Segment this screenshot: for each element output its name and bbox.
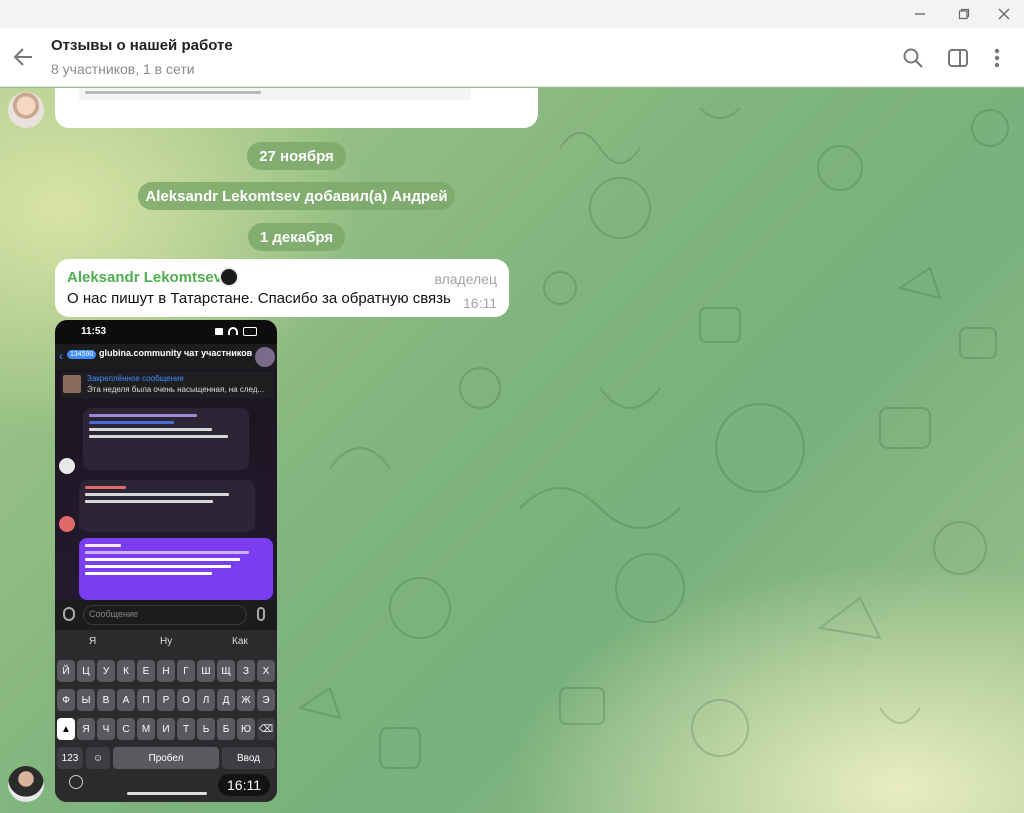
wifi-icon bbox=[228, 327, 238, 335]
phone-key: Й bbox=[57, 660, 75, 682]
phone-shift-icon: ▲ bbox=[57, 718, 75, 740]
close-icon[interactable] bbox=[984, 0, 1024, 28]
message-time: 16:11 bbox=[463, 295, 497, 311]
phone-key: Г bbox=[177, 660, 195, 682]
message-text: О нас пишут в Татарстане. Спасибо за обр… bbox=[67, 290, 451, 307]
date-separator: 1 декабря bbox=[248, 223, 345, 251]
photo-timestamp: 16:11 bbox=[218, 774, 270, 796]
phone-key: Ы bbox=[77, 689, 95, 711]
phone-key: Ч bbox=[97, 718, 115, 740]
phone-key: Д bbox=[217, 689, 235, 711]
phone-key: Л bbox=[197, 689, 215, 711]
chat-history[interactable]: 27 ноября Aleksandr Lekomtsev добавил(а)… bbox=[0, 88, 1024, 813]
date-separator: 27 ноября bbox=[247, 142, 346, 170]
phone-mic-icon bbox=[257, 607, 265, 621]
author-badge-icon bbox=[219, 267, 239, 287]
phone-key: В bbox=[97, 689, 115, 711]
chat-members-status: 8 участников, 1 в сети bbox=[51, 61, 195, 77]
signal-icon bbox=[215, 328, 223, 335]
previous-photo[interactable] bbox=[79, 88, 471, 100]
chat-title[interactable]: Отзывы о нашей работе bbox=[51, 37, 233, 54]
phone-key: Х bbox=[257, 660, 275, 682]
phone-key: Ь bbox=[197, 718, 215, 740]
phone-key: И bbox=[157, 718, 175, 740]
search-icon[interactable] bbox=[898, 43, 928, 73]
more-vertical-icon[interactable] bbox=[982, 43, 1012, 73]
phone-key: Б bbox=[217, 718, 235, 740]
phone-key: Ф bbox=[57, 689, 75, 711]
phone-msg-card-own bbox=[79, 538, 273, 600]
phone-chat-header: ‹ 134590 glubina.community чат участнико… bbox=[55, 344, 277, 370]
phone-back-icon: ‹ bbox=[59, 349, 63, 363]
phone-pinned-label: Закреплённое сообщение bbox=[87, 374, 184, 383]
phone-suggestion: Я bbox=[89, 636, 97, 647]
phone-emoji-icon: ☺ bbox=[86, 747, 110, 769]
restore-icon[interactable] bbox=[944, 0, 984, 28]
phone-key: Н bbox=[157, 660, 175, 682]
phone-suggestion: Как bbox=[232, 636, 248, 647]
back-arrow-icon[interactable] bbox=[8, 42, 38, 72]
avatar[interactable] bbox=[8, 766, 44, 802]
phone-key: К bbox=[117, 660, 135, 682]
phone-key: Ж bbox=[237, 689, 255, 711]
phone-key-space: Пробел bbox=[113, 747, 219, 769]
phone-chat-name: glubina.community чат участников bbox=[99, 348, 253, 358]
phone-globe-icon bbox=[69, 775, 83, 789]
phone-msg-card bbox=[83, 408, 249, 470]
phone-key: П bbox=[137, 689, 155, 711]
phone-pinned-text: Эта неделя была очень насыщенная, на сле… bbox=[87, 385, 265, 394]
chat-header: Отзывы о нашей работе 8 участников, 1 в … bbox=[0, 28, 1024, 87]
photo-message[interactable]: 11:53 ‹ 134590 glubina.community чат уча… bbox=[55, 320, 277, 802]
window-titlebar bbox=[0, 0, 1024, 28]
author-role-badge: владелец bbox=[434, 271, 497, 287]
phone-chat-content: Закреплённое сообщение Эта неделя была о… bbox=[55, 370, 277, 600]
phone-key-123: 123 bbox=[57, 747, 83, 769]
battery-icon bbox=[243, 327, 257, 336]
phone-key: Щ bbox=[217, 660, 235, 682]
phone-home-indicator bbox=[127, 792, 207, 795]
phone-input-bar: Сообщение bbox=[55, 600, 277, 630]
phone-status-bar: 11:53 bbox=[55, 320, 277, 344]
phone-key: З bbox=[237, 660, 255, 682]
phone-key: Р bbox=[157, 689, 175, 711]
phone-key: Ц bbox=[77, 660, 95, 682]
phone-key-enter: Ввод bbox=[222, 747, 275, 769]
phone-suggestion: Ну bbox=[160, 636, 173, 647]
phone-input-placeholder: Сообщение bbox=[89, 609, 138, 619]
phone-key: С bbox=[117, 718, 135, 740]
phone-attach-icon bbox=[63, 607, 75, 621]
message-bubble[interactable]: Aleksandr Lekomtsev владелец О нас пишут… bbox=[55, 259, 509, 317]
previous-photo-message[interactable] bbox=[55, 88, 538, 128]
phone-key: Я bbox=[77, 718, 95, 740]
minimize-icon[interactable] bbox=[900, 0, 940, 28]
phone-back-count: 134590 bbox=[67, 350, 97, 359]
phone-key: О bbox=[177, 689, 195, 711]
message-author[interactable]: Aleksandr Lekomtsev bbox=[67, 269, 222, 286]
service-message: Aleksandr Lekomtsev добавил(а) Андрей bbox=[138, 182, 455, 210]
phone-chat-avatar bbox=[255, 347, 275, 367]
phone-backspace-icon: ⌫ bbox=[257, 718, 275, 740]
phone-key: Т bbox=[177, 718, 195, 740]
avatar[interactable] bbox=[8, 92, 44, 128]
sidebar-panel-icon[interactable] bbox=[943, 43, 973, 73]
phone-key: Е bbox=[137, 660, 155, 682]
phone-msg-card bbox=[79, 480, 255, 532]
phone-key: Ш bbox=[197, 660, 215, 682]
phone-key: М bbox=[137, 718, 155, 740]
phone-key: Э bbox=[257, 689, 275, 711]
phone-status-time: 11:53 bbox=[81, 326, 107, 337]
phone-pinned-bar: Закреплённое сообщение Эта неделя была о… bbox=[61, 372, 273, 398]
phone-key: А bbox=[117, 689, 135, 711]
phone-key: Ю bbox=[237, 718, 255, 740]
phone-key: У bbox=[97, 660, 115, 682]
